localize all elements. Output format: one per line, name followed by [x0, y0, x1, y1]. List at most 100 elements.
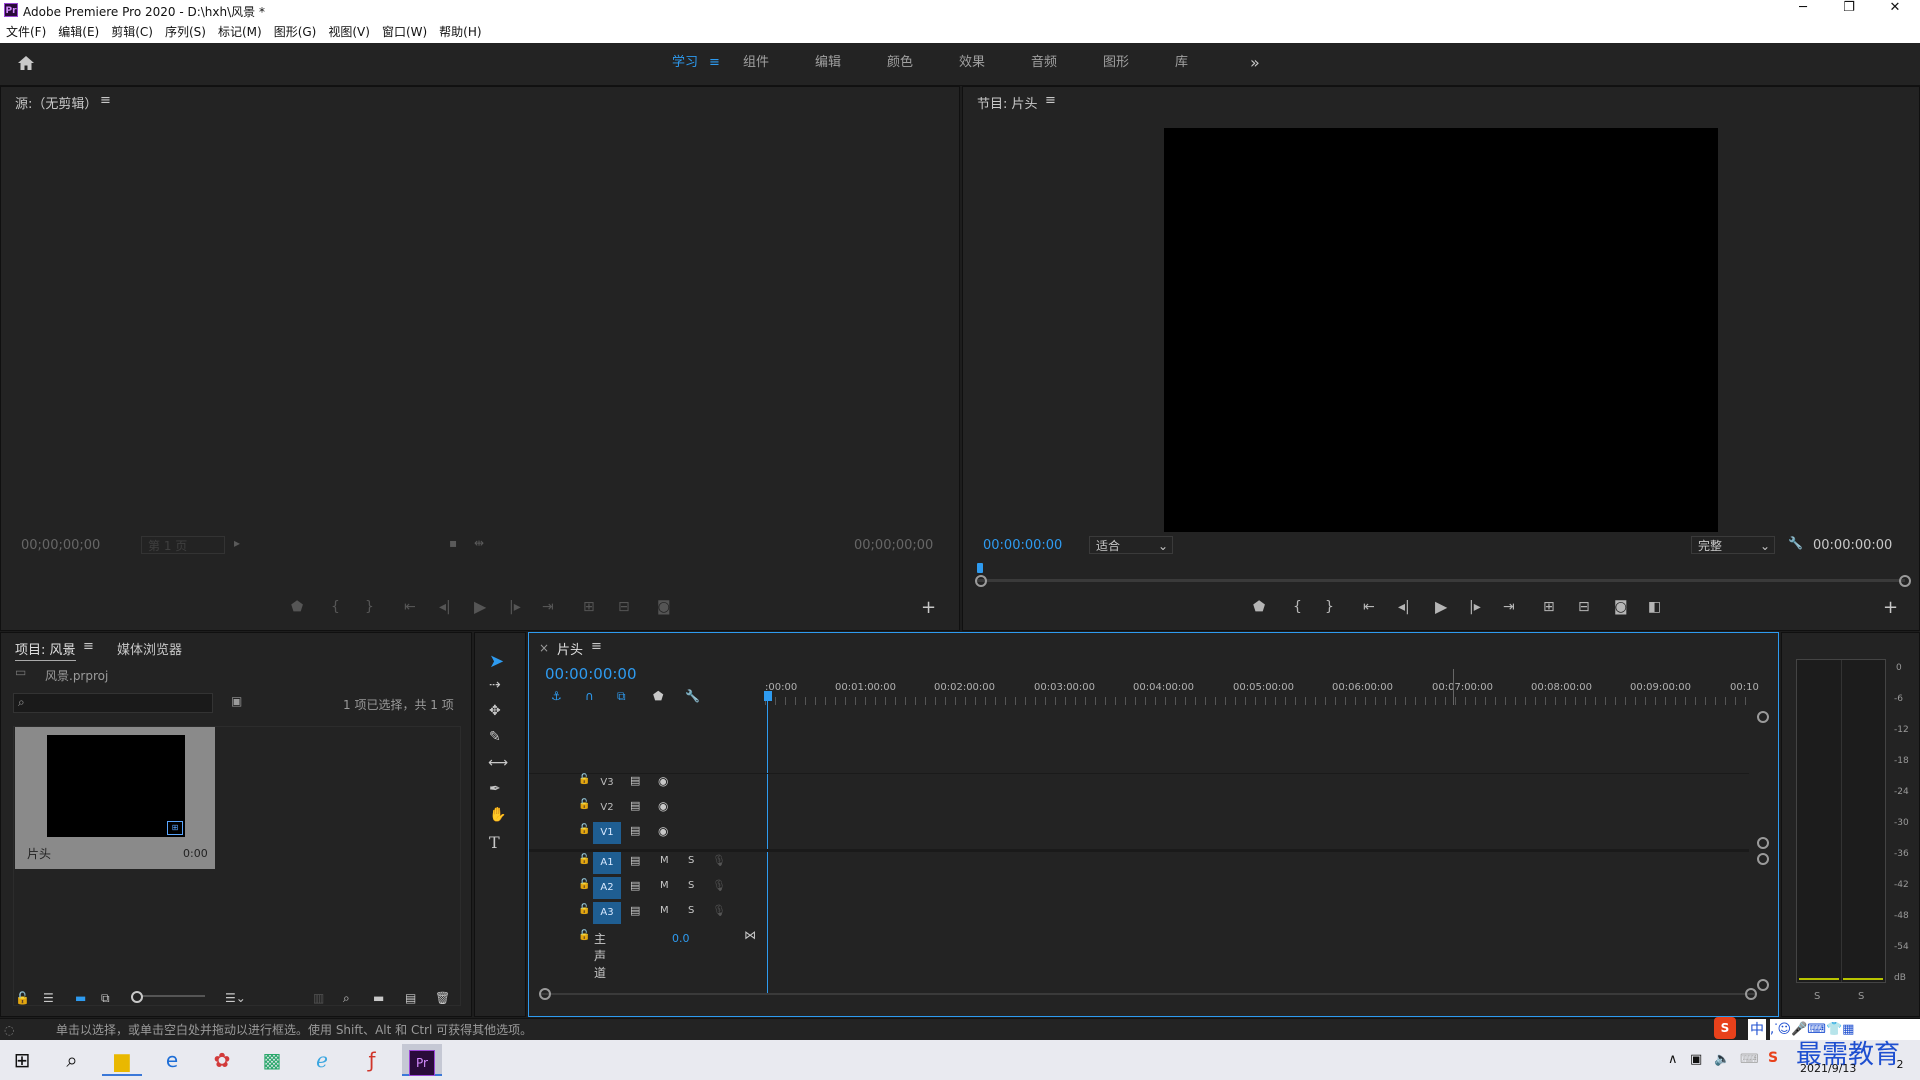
master-volume-value[interactable]: 0.0 — [672, 932, 690, 945]
clip-name[interactable]: 片头 — [27, 845, 51, 862]
mute-track-button[interactable]: M — [660, 855, 669, 866]
solo-track-button[interactable]: S — [688, 905, 694, 916]
workspace-menu-icon[interactable]: ≡ — [709, 43, 720, 83]
tray-sogou-icon[interactable]: S — [1768, 1050, 1778, 1066]
ie-browser-icon[interactable]: ℯ — [302, 1044, 342, 1076]
thumbnail-size-slider[interactable] — [131, 991, 205, 1003]
track-lock-icon[interactable]: 🔓 — [578, 930, 590, 941]
source-settings-icon[interactable]: ▪ — [449, 536, 457, 550]
source-play-icon[interactable]: ▶ — [474, 597, 486, 616]
razor-tool-icon[interactable]: ✎ — [489, 729, 501, 745]
flash-app-icon[interactable]: ƒ — [352, 1044, 392, 1076]
track-lock-icon[interactable]: 🔓 — [578, 854, 590, 865]
menu-view[interactable]: 视图(V) — [322, 22, 376, 43]
linked-selection-icon[interactable]: ⧉ — [617, 689, 626, 704]
program-zoom-handle-left[interactable] — [975, 575, 987, 587]
delete-trash-icon[interactable]: 🗑 — [435, 991, 450, 1005]
slip-tool-icon[interactable]: ⟷ — [488, 755, 508, 771]
sync-lock-icon[interactable]: ▤ — [630, 904, 640, 917]
timeline-panel-menu-icon[interactable]: ≡ — [591, 639, 602, 654]
program-panel-menu-icon[interactable]: ≡ — [1045, 93, 1056, 108]
sequence-tab[interactable]: 片头 — [557, 639, 583, 658]
program-go-to-in-icon[interactable]: ⇤ — [1363, 599, 1375, 615]
toggle-output-eye-icon[interactable]: ◉ — [658, 824, 668, 838]
track-v2-label[interactable]: V2 — [593, 797, 621, 819]
h-scroll-handle-right[interactable] — [1745, 988, 1757, 1000]
meter-solo-right-button[interactable]: S — [1858, 991, 1864, 1002]
sort-icons-icon[interactable]: ☰⌄ — [225, 991, 246, 1005]
track-lock-icon[interactable]: 🔓 — [578, 904, 590, 915]
track-lock-icon[interactable]: 🔓 — [578, 799, 590, 810]
list-view-icon[interactable]: ☰ — [43, 991, 54, 1005]
program-lift-icon[interactable]: ⊞ — [1543, 599, 1555, 615]
green-app-icon[interactable]: ▩ — [252, 1044, 292, 1076]
program-play-icon[interactable]: ▶ — [1435, 597, 1447, 616]
type-tool-icon[interactable]: T — [489, 833, 500, 852]
menu-graphics[interactable]: 图形(G) — [268, 22, 323, 43]
source-mark-in-icon[interactable]: { — [331, 599, 340, 615]
program-settings-wrench-icon[interactable]: 🔧 — [1788, 536, 1803, 550]
workspace-tab-graphics[interactable]: 图形 — [1103, 43, 1129, 83]
mute-track-button[interactable]: M — [660, 905, 669, 916]
menu-window[interactable]: 窗口(W) — [376, 22, 433, 43]
program-playhead-marker[interactable] — [977, 563, 983, 573]
project-panel-menu-icon[interactable]: ≡ — [83, 639, 94, 654]
file-explorer-icon[interactable]: ▆ — [102, 1044, 142, 1076]
workspace-tab-audio[interactable]: 音频 — [1031, 43, 1057, 83]
pen-tool-icon[interactable]: ✒ — [489, 781, 501, 797]
close-sequence-icon[interactable]: × — [539, 641, 549, 655]
source-mark-out-icon[interactable]: } — [365, 599, 374, 615]
program-timecode[interactable]: 00:00:00:00 — [983, 538, 1062, 553]
tray-network-icon[interactable]: ▣ — [1690, 1052, 1702, 1067]
sync-lock-icon[interactable]: ▤ — [630, 879, 640, 892]
menu-markers[interactable]: 标记(M) — [212, 22, 268, 43]
windows-start-icon[interactable]: ⊞ — [2, 1044, 42, 1076]
menu-help[interactable]: 帮助(H) — [433, 22, 487, 43]
workspace-tab-effects[interactable]: 效果 — [959, 43, 985, 83]
track-lock-icon[interactable]: 🔓 — [578, 774, 590, 785]
project-search-input[interactable]: ⌕ — [13, 693, 213, 713]
edge-browser-icon[interactable]: e — [152, 1044, 192, 1076]
source-insert-clip-icon[interactable]: ⊞ — [583, 599, 595, 615]
source-go-to-out-icon[interactable]: ⇥ — [542, 599, 554, 615]
source-panel-menu-icon[interactable]: ≡ — [100, 93, 111, 108]
nest-insert-icon[interactable]: ⚓ — [551, 689, 562, 703]
voice-over-mic-icon[interactable]: 🎙 — [712, 879, 726, 892]
source-overwrite-icon[interactable]: ⊟ — [618, 599, 630, 615]
add-marker-icon[interactable]: ⬟ — [653, 689, 663, 703]
track-v3-label[interactable]: V3 — [593, 772, 621, 794]
source-step-forward-icon[interactable]: |▸ — [509, 599, 521, 615]
paint-app-icon[interactable]: ✿ — [202, 1044, 242, 1076]
notification-center-icon[interactable]: 2 — [1890, 1058, 1910, 1076]
automate-to-sequence-icon[interactable]: ▥ — [313, 991, 324, 1005]
program-add-marker-icon[interactable]: ⬟ — [1253, 599, 1265, 615]
meter-solo-left-button[interactable]: S — [1814, 991, 1820, 1002]
program-export-frame-icon[interactable]: ◙ — [1614, 599, 1628, 615]
program-step-back-icon[interactable]: ◂| — [1398, 599, 1410, 615]
home-icon[interactable] — [16, 53, 36, 76]
slider-handle[interactable] — [131, 991, 143, 1003]
sync-lock-icon[interactable]: ▤ — [630, 824, 640, 837]
tray-volume-icon[interactable]: 🔈 — [1714, 1052, 1730, 1067]
workspace-tab-assembly[interactable]: 组件 — [743, 43, 769, 83]
minimize-button[interactable]: ─ — [1780, 0, 1826, 22]
menu-edit[interactable]: 编辑(E) — [52, 22, 105, 43]
menu-clip[interactable]: 剪辑(C) — [105, 22, 159, 43]
track-a3-label[interactable]: A3 — [593, 902, 621, 924]
timeline-timecode[interactable]: 00:00:00:00 — [545, 665, 637, 683]
toggle-output-eye-icon[interactable]: ◉ — [658, 774, 668, 788]
program-add-button-icon[interactable]: + — [1883, 597, 1898, 618]
program-comparison-view-icon[interactable]: ◧ — [1648, 599, 1661, 615]
ime-language[interactable]: 中 — [1748, 1019, 1766, 1041]
source-add-marker-icon[interactable]: ⬟ — [291, 599, 303, 615]
sequence-clip-thumbnail[interactable]: ⊞ 片头 0:00 — [15, 727, 215, 869]
workspace-tab-learning[interactable]: 学习 — [672, 43, 698, 83]
master-expand-icon[interactable]: ⋈ — [744, 928, 756, 942]
program-quality-select[interactable]: 完整 ⌄ — [1691, 536, 1775, 554]
h-scroll-handle-left[interactable] — [539, 988, 551, 1000]
close-window-button[interactable]: ✕ — [1872, 0, 1918, 22]
mute-track-button[interactable]: M — [660, 880, 669, 891]
restore-button[interactable]: ❐ — [1826, 0, 1872, 22]
selection-tool-icon[interactable]: ➤ — [489, 651, 504, 672]
program-zoom-select[interactable]: 适合 ⌄ — [1089, 536, 1173, 554]
